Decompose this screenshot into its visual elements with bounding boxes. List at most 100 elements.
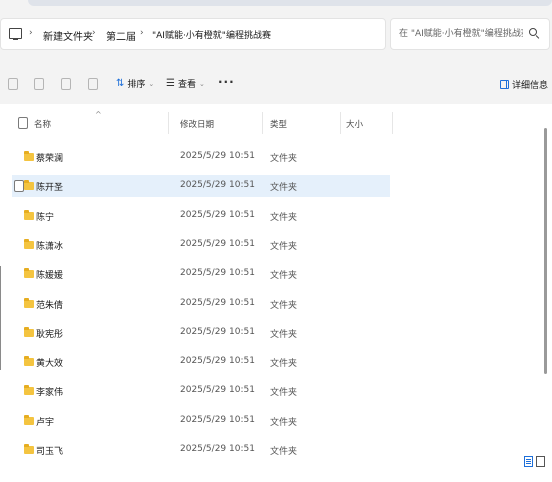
file-name: 黄大效: [36, 359, 64, 370]
file-type: 文件夹: [270, 212, 298, 223]
table-row[interactable]: 陈开圣 2025/5/29 10:51 文件夹: [12, 175, 390, 198]
file-modified-date: 2025/5/29 10:51: [180, 238, 255, 249]
breadcrumb-chevron-icon[interactable]: ›: [263, 28, 267, 38]
breadcrumb-item-challenge[interactable]: "AI赋能·小有橙就"编程挑战赛: [152, 28, 271, 41]
file-type: 文件夹: [270, 447, 298, 457]
file-modified-date: 2025/5/29 10:51: [180, 444, 255, 454]
view-label: 查看: [177, 80, 196, 90]
delete-icon[interactable]: [88, 78, 98, 90]
file-type: 文件夹: [270, 417, 298, 428]
view-mode-switcher: [524, 456, 545, 467]
view-icon: ☰: [166, 78, 175, 89]
folder-icon: [24, 414, 34, 425]
file-type: 文件夹: [270, 154, 298, 164]
search-box[interactable]: [390, 18, 550, 50]
file-modified-date: 2025/5/29 10:51: [180, 209, 255, 220]
file-name: 卢宇: [36, 417, 55, 428]
file-type: 文件夹: [270, 300, 298, 311]
table-row[interactable]: 蔡荣澜 2025/5/29 10:51 文件夹: [12, 146, 390, 168]
scrollbar-thumb[interactable]: [544, 128, 547, 374]
column-divider[interactable]: [168, 112, 169, 134]
sort-ascending-icon: ^: [95, 110, 102, 119]
breadcrumb-chevron-icon[interactable]: ›: [29, 28, 33, 38]
chevron-down-icon: ⌄: [198, 79, 205, 88]
file-name: 李家伟: [36, 388, 64, 399]
details-pane-icon: [500, 80, 509, 89]
copy-icon[interactable]: [34, 78, 44, 90]
folder-icon: [24, 268, 34, 279]
file-name: 陈潇冰: [36, 241, 64, 252]
vertical-scrollbar[interactable]: [540, 124, 552, 464]
column-divider[interactable]: [340, 112, 341, 134]
folder-icon: [24, 180, 34, 191]
folder-icon: [24, 238, 34, 249]
cut-icon[interactable]: [8, 78, 18, 90]
tiles-view-icon[interactable]: [536, 456, 545, 467]
folder-icon: [24, 444, 34, 454]
file-name: 陈宁: [36, 212, 55, 223]
file-list-view: ^ 名称 修改日期 类型 大小 蔡荣澜 2025/5/29 10:51 文件夹 陈开圣…: [0, 104, 552, 482]
command-bar: ⇅ 排序 ⌄ ☰ 查看 ⌄ ··· 详细信息: [0, 66, 552, 104]
column-name[interactable]: 名称: [34, 118, 51, 130]
search-input[interactable]: [397, 25, 525, 43]
breadcrumb-chevron-icon[interactable]: ›: [92, 28, 96, 38]
chevron-down-icon: ⌄: [148, 79, 155, 88]
folder-icon: [24, 385, 34, 396]
table-row[interactable]: 陈宁 2025/5/29 10:51 文件夹: [12, 205, 390, 227]
column-modified[interactable]: 修改日期: [180, 118, 214, 130]
file-modified-date: 2025/5/29 10:51: [180, 180, 255, 191]
file-name: 蔡荣澜: [36, 154, 64, 164]
select-all-checkbox[interactable]: [18, 117, 28, 129]
search-icon[interactable]: [529, 28, 537, 36]
sort-icon: ⇅: [116, 78, 125, 89]
file-type: 文件夹: [270, 388, 298, 399]
table-row[interactable]: 李家伟 2025/5/29 10:51 文件夹: [12, 380, 390, 402]
breadcrumb-item-second-session[interactable]: 第二届: [106, 28, 136, 43]
column-divider[interactable]: [262, 112, 263, 134]
address-row: › 新建文件夹 › 第二届 › "AI赋能·小有橙就"编程挑战赛 ›: [0, 14, 552, 54]
column-size[interactable]: 大小: [346, 118, 363, 130]
breadcrumb-chevron-icon[interactable]: ›: [140, 28, 144, 38]
details-pane-button[interactable]: 详细信息: [500, 78, 548, 91]
column-header: ^ 名称 修改日期 类型 大小: [0, 110, 552, 134]
table-row[interactable]: 卢宇 2025/5/29 10:51 文件夹: [12, 410, 390, 432]
file-name: 陈媛媛: [36, 271, 64, 282]
sort-button[interactable]: ⇅ 排序 ⌄: [116, 77, 154, 90]
more-options-button[interactable]: ···: [218, 75, 235, 89]
details-view-icon[interactable]: [524, 456, 533, 467]
tab-bar-edge: [28, 0, 552, 6]
column-type[interactable]: 类型: [270, 118, 287, 130]
table-row[interactable]: 黄大效 2025/5/29 10:51 文件夹: [12, 351, 390, 373]
address-bar[interactable]: › 新建文件夹 › 第二届 › "AI赋能·小有橙就"编程挑战赛 ›: [0, 18, 386, 50]
file-name: 耿宪彤: [36, 329, 64, 340]
file-type: 文件夹: [270, 271, 298, 282]
file-type: 文件夹: [270, 241, 298, 252]
file-name: 陈开圣: [36, 183, 64, 194]
file-modified-date: 2025/5/29 10:51: [180, 356, 255, 367]
file-modified-date: 2025/5/29 10:51: [180, 297, 255, 308]
folder-icon: [24, 151, 34, 161]
file-name: 范朱倩: [36, 300, 64, 311]
file-type: 文件夹: [270, 183, 298, 194]
breadcrumb-item-new-folder[interactable]: 新建文件夹: [43, 28, 93, 43]
share-icon[interactable]: [61, 78, 71, 90]
table-row[interactable]: 司玉飞 2025/5/29 10:51 文件夹: [12, 439, 390, 461]
table-row[interactable]: 陈媛媛 2025/5/29 10:51 文件夹: [12, 263, 390, 285]
folder-icon: [24, 297, 34, 308]
folder-icon: [24, 356, 34, 367]
computer-icon[interactable]: [9, 28, 22, 41]
view-button[interactable]: ☰ 查看 ⌄: [166, 77, 205, 90]
file-modified-date: 2025/5/29 10:51: [180, 151, 255, 161]
row-checkbox[interactable]: [14, 180, 24, 193]
table-row[interactable]: 陈潇冰 2025/5/29 10:51 文件夹: [12, 234, 390, 256]
file-type: 文件夹: [270, 329, 298, 340]
table-row[interactable]: 耿宪彤 2025/5/29 10:51 文件夹: [12, 322, 390, 344]
file-modified-date: 2025/5/29 10:51: [180, 268, 255, 279]
table-row[interactable]: 范朱倩 2025/5/29 10:51 文件夹: [12, 293, 390, 315]
file-type: 文件夹: [270, 359, 298, 370]
column-divider[interactable]: [392, 112, 393, 134]
sort-label: 排序: [127, 80, 146, 90]
file-modified-date: 2025/5/29 10:51: [180, 385, 255, 396]
file-modified-date: 2025/5/29 10:51: [180, 326, 255, 337]
file-name: 司玉飞: [36, 447, 64, 457]
